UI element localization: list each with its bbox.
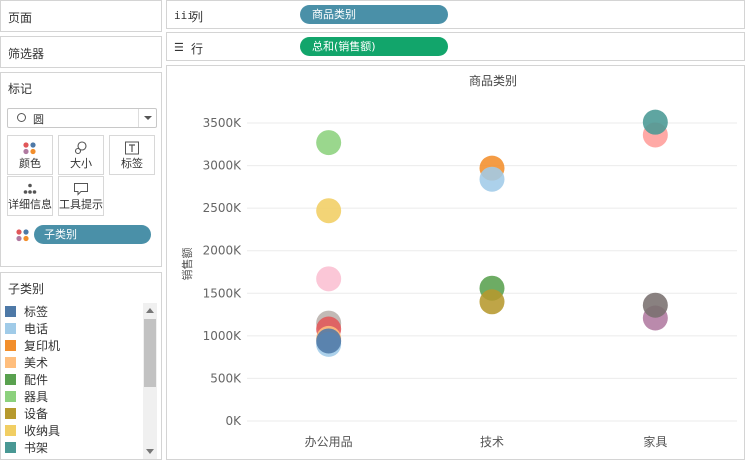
- detail-button-label: 详细信息: [8, 198, 52, 211]
- chart-panel: 0K 500K 1000K 1500K 2000K 2500K 3000K 3500K 办公用品…: [166, 65, 745, 460]
- marks-card: 标记 圆 颜色 大小 标签 详细信息 工具提示 子类别: [0, 72, 162, 267]
- scatter-point[interactable]: [642, 292, 668, 318]
- chart-title: 商品类别: [469, 73, 517, 88]
- legend-item[interactable]: 配件: [3, 371, 141, 388]
- scatter-point[interactable]: [316, 328, 342, 354]
- legend-item-label: 复印机: [24, 339, 61, 353]
- legend-item-label: 标签: [24, 305, 49, 319]
- legend-swatch: [5, 323, 16, 334]
- y-tick-label: 2000K: [203, 244, 243, 258]
- legend-swatch: [5, 306, 16, 317]
- legend-item-label: 配件: [24, 373, 49, 387]
- chevron-down-icon[interactable]: [138, 109, 156, 127]
- size-button[interactable]: 大小: [58, 135, 104, 175]
- legend-list: 标签电话复印机美术配件器具设备收纳具书架: [3, 303, 141, 459]
- legend-item[interactable]: 收纳具: [3, 422, 141, 439]
- detail-dots-icon: [23, 183, 37, 194]
- legend-title: 子类别: [8, 282, 45, 296]
- y-tick-label: 1000K: [203, 329, 243, 343]
- scatter-chart: 0K 500K 1000K 1500K 2000K 2500K 3000K 3500K 办公用品…: [180, 73, 737, 449]
- scatter-point[interactable]: [316, 130, 342, 156]
- rows-shelf-label: 行: [191, 42, 204, 56]
- columns-shelf-label: 列: [191, 10, 204, 24]
- detail-button[interactable]: 详细信息: [7, 176, 53, 216]
- legend-swatch: [5, 408, 16, 419]
- legend-item-label: 器具: [24, 390, 49, 404]
- legend-scrollbar[interactable]: [143, 303, 157, 459]
- legend-item-label: 电话: [24, 322, 49, 336]
- legend-item-label: 美术: [24, 356, 49, 370]
- rows-shelf[interactable]: ☰ 行 总和(销售额): [166, 32, 745, 61]
- legend-item-label: 书架: [24, 441, 49, 455]
- label-button[interactable]: 标签: [109, 135, 155, 175]
- scrollbar-thumb[interactable]: [144, 319, 156, 387]
- scatter-point[interactable]: [479, 166, 505, 192]
- legend-item[interactable]: 美术: [3, 354, 141, 371]
- size-button-label: 大小: [70, 157, 92, 170]
- legend-swatch: [5, 425, 16, 436]
- legend-item[interactable]: 电话: [3, 320, 141, 337]
- legend-swatch: [5, 357, 16, 368]
- x-tick-label: 办公用品: [305, 434, 353, 449]
- legend-swatch: [5, 340, 16, 351]
- legend-item[interactable]: 标签: [3, 303, 141, 320]
- tooltip-icon: [74, 183, 88, 196]
- legend-item[interactable]: 书架: [3, 439, 141, 456]
- color-button[interactable]: 颜色: [7, 135, 53, 175]
- y-tick-label: 3000K: [203, 159, 243, 173]
- rows-icon: ☰: [174, 41, 184, 54]
- legend-item[interactable]: 器具: [3, 388, 141, 405]
- mark-type-dropdown[interactable]: 圆: [7, 108, 157, 128]
- legend-swatch: [5, 374, 16, 385]
- legend-item-label: 设备: [24, 407, 49, 421]
- color-legend: 子类别 标签电话复印机美术配件器具设备收纳具书架: [0, 272, 162, 460]
- marks-title: 标记: [8, 82, 33, 96]
- color-button-label: 颜色: [19, 157, 41, 170]
- pages-title: 页面: [8, 11, 33, 25]
- color-dots-icon: [23, 142, 36, 155]
- color-dots-icon: [16, 229, 29, 242]
- scroll-up-icon[interactable]: [146, 308, 154, 313]
- scatter-point[interactable]: [642, 109, 668, 135]
- filters-title: 筛选器: [8, 47, 45, 61]
- mark-type-label: 圆: [33, 113, 44, 126]
- tooltip-button[interactable]: 工具提示: [58, 176, 104, 216]
- scroll-down-icon[interactable]: [146, 449, 154, 454]
- legend-swatch: [5, 391, 16, 402]
- size-icon: [74, 141, 87, 155]
- y-tick-label: 2500K: [203, 201, 243, 215]
- y-tick-label: 0K: [225, 414, 242, 428]
- y-tick-label: 3500K: [203, 116, 243, 130]
- x-tick-label: 技术: [480, 435, 504, 449]
- text-label-icon: [125, 141, 139, 155]
- pages-card[interactable]: 页面: [0, 0, 162, 32]
- legend-swatch: [5, 442, 16, 453]
- columns-pill[interactable]: 商品类别: [300, 5, 448, 24]
- scatter-point[interactable]: [316, 266, 342, 292]
- rows-pill[interactable]: 总和(销售额): [300, 37, 448, 56]
- filters-card[interactable]: 筛选器: [0, 36, 162, 68]
- scatter-point[interactable]: [479, 289, 505, 315]
- y-axis-label: 销售额: [180, 248, 194, 281]
- label-button-label: 标签: [121, 157, 143, 170]
- x-tick-label: 家具: [643, 434, 667, 449]
- legend-item[interactable]: 设备: [3, 405, 141, 422]
- legend-item[interactable]: 复印机: [3, 337, 141, 354]
- legend-item-label: 收纳具: [24, 424, 61, 438]
- columns-shelf[interactable]: iii 列 商品类别: [166, 0, 745, 29]
- y-tick-label: 500K: [210, 371, 242, 385]
- scatter-point[interactable]: [316, 198, 342, 224]
- tooltip-button-label: 工具提示: [59, 198, 103, 211]
- circle-mark-icon: [17, 113, 26, 122]
- color-field-pill[interactable]: 子类别: [34, 225, 151, 244]
- y-tick-label: 1500K: [203, 286, 243, 300]
